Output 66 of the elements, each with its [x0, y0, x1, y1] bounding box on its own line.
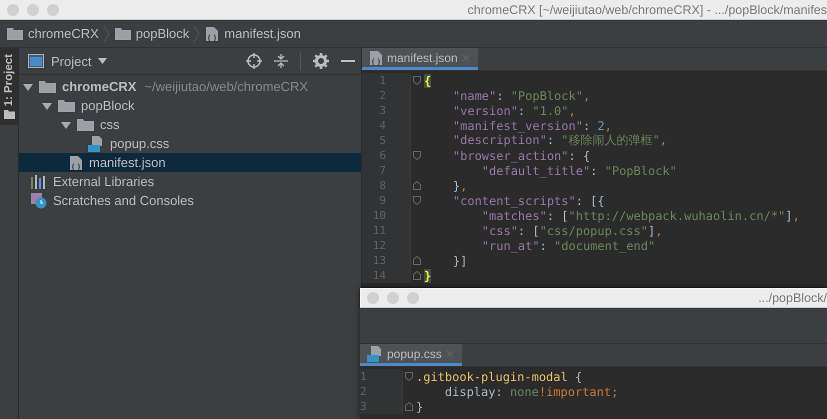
code-line: "css": ["css/popup.css"],: [480, 224, 662, 238]
tree-item-label: css: [100, 117, 120, 132]
code-line: "matches": ["http://webpack.wuhaolin.cn/*"],: [480, 208, 800, 222]
window-icon: [28, 54, 44, 68]
close-icon[interactable]: [462, 54, 470, 62]
project-tool-tab[interactable]: 1: Project: [0, 48, 18, 126]
css-file-icon: [88, 136, 104, 152]
folder-icon: [58, 99, 75, 112]
code-line: "content_scripts": [{: [452, 194, 605, 208]
json-file-icon: [205, 26, 220, 42]
target-icon[interactable]: [246, 53, 262, 69]
tree-item[interactable]: External Libraries: [19, 172, 361, 191]
path-hint: ~/weijiutao/web/chromeCRX: [144, 79, 308, 94]
folder-icon: [114, 27, 131, 40]
code-line: "version": "1.0",: [452, 104, 576, 118]
hide-icon[interactable]: [341, 59, 355, 63]
code-line: "name": "PopBlock",: [452, 88, 590, 102]
close-icon[interactable]: [446, 350, 454, 358]
code-line: "run_at": "document_end": [480, 238, 656, 252]
tree-item[interactable]: popup.css: [19, 134, 361, 153]
caret-icon: [98, 58, 108, 64]
scratches-icon: [31, 192, 47, 208]
editor-tab[interactable]: popup.css: [360, 344, 462, 366]
folder-icon: [4, 110, 14, 120]
code-line: "browser_action": {: [452, 148, 590, 162]
code-line: display: none!important;: [444, 384, 618, 398]
json-file-icon: [369, 50, 383, 66]
breadcrumb-item[interactable]: popBlock: [114, 26, 190, 41]
libraries-icon: [31, 174, 47, 188]
tree-item[interactable]: Scratches and Consoles: [19, 191, 361, 210]
tree-item[interactable]: popBlock: [19, 96, 361, 115]
folder-icon: [39, 80, 56, 93]
css-file-icon: [367, 346, 383, 362]
code-line: "description": "移除闹人的弹框",: [452, 133, 667, 149]
breadcrumb-item[interactable]: manifest.json: [205, 26, 301, 42]
breadcrumb-item[interactable]: chromeCRX: [7, 26, 99, 41]
window-title: .../popBlock/: [758, 291, 827, 305]
collapse-all-icon[interactable]: [274, 53, 288, 69]
code-line: }]: [452, 254, 468, 268]
tree-item-label: popup.css: [110, 136, 170, 151]
tree-item[interactable]: chromeCRX ~/weijiutao/web/chromeCRX: [19, 77, 361, 96]
tree-item[interactable]: manifest.json: [19, 153, 361, 172]
code-line: "default_title": "PopBlock": [480, 164, 677, 178]
tree-item-label: External Libraries: [53, 174, 154, 189]
editor-tab[interactable]: manifest.json: [362, 48, 478, 70]
tree-item-label: chromeCRX: [62, 79, 136, 94]
tree-item-label: Scratches and Consoles: [53, 193, 194, 208]
fold-icon[interactable]: [413, 76, 421, 85]
chevron-icon: [102, 24, 111, 44]
settings-icon[interactable]: [313, 53, 329, 69]
code-line: "manifest_version": 2,: [452, 118, 612, 132]
code-line: },: [452, 178, 468, 192]
code-line: .gitbook-plugin-modal {: [415, 370, 582, 384]
fold-icon[interactable]: [405, 402, 413, 411]
folder-icon: [7, 27, 23, 40]
fold-icon[interactable]: [405, 372, 413, 381]
tree-item-label: popBlock: [81, 98, 134, 113]
fold-icon[interactable]: [413, 151, 421, 160]
tree-item-label: manifest.json: [89, 155, 166, 170]
chevron-icon: [193, 24, 202, 44]
window-title: chromeCRX [~/weijiutao/web/chromeCRX] - .../popBlock/manifes: [467, 3, 827, 17]
folder-icon: [77, 118, 94, 131]
json-file-icon: [69, 154, 83, 170]
tree-item[interactable]: css: [19, 115, 361, 134]
view-dropdown[interactable]: Project: [28, 54, 108, 68]
code-line: }: [415, 400, 424, 414]
